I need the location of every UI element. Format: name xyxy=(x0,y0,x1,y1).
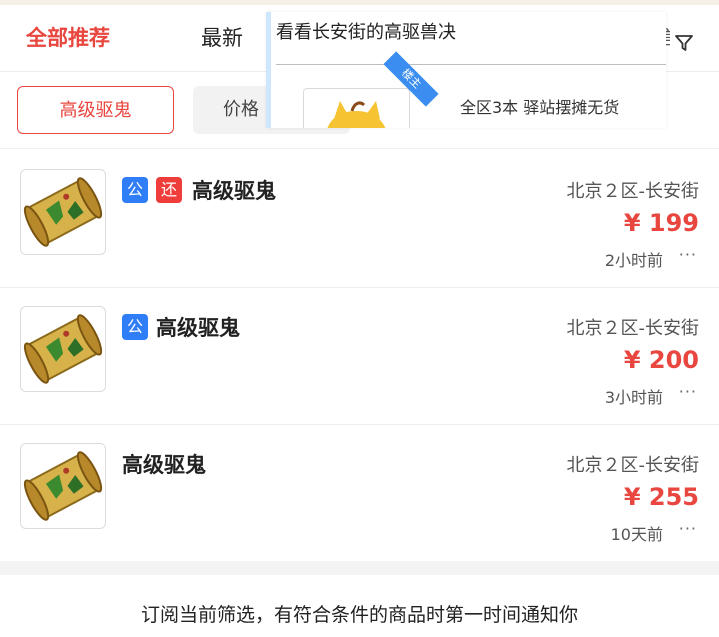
tag-public: 公 xyxy=(122,177,148,203)
section-divider xyxy=(0,561,719,575)
item-price: ¥ 255 xyxy=(623,483,699,511)
item-image xyxy=(20,306,106,392)
item-image xyxy=(20,443,106,529)
item-time: 2小时前 xyxy=(604,251,663,270)
item-price: ¥ 200 xyxy=(623,346,699,374)
filter-icon[interactable] xyxy=(674,33,694,53)
filter-chip-selected[interactable]: 高级驱鬼 xyxy=(17,86,174,134)
more-options-icon[interactable]: ··· xyxy=(679,245,697,264)
tag-bargain: 还 xyxy=(156,177,182,203)
more-options-icon[interactable]: ··· xyxy=(679,382,697,401)
item-tags: 公 还 xyxy=(122,177,182,203)
more-options-icon[interactable]: ··· xyxy=(679,519,697,538)
subscribe-prompt[interactable]: 订阅当前筛选，有符合条件的商品时第一时间通知你 xyxy=(0,600,719,627)
popup-divider xyxy=(276,64,666,65)
popup-thumbnail xyxy=(303,88,410,128)
popup-title: 看看长安街的高驱兽决 xyxy=(276,22,456,43)
list-item[interactable]: 公 高级驱鬼 北京２区-长安街 ¥ 200 3小时前 ··· xyxy=(0,287,719,425)
item-price: ¥ 199 xyxy=(623,209,699,237)
scroll-book-icon xyxy=(23,451,103,521)
tab-latest[interactable]: 最新 xyxy=(201,5,243,71)
item-name: 高级驱鬼 xyxy=(156,316,240,340)
item-server: 北京２区-长安街 xyxy=(566,181,700,202)
popup-accent-bar xyxy=(266,12,271,128)
list-item[interactable]: 高级驱鬼 北京２区-长安街 ¥ 255 10天前 ··· xyxy=(0,424,719,562)
item-server: 北京２区-长安街 xyxy=(566,318,700,339)
scroll-book-icon xyxy=(23,314,103,384)
tab-recommended[interactable]: 全部推荐 xyxy=(26,5,110,71)
item-server: 北京２区-长安街 xyxy=(566,455,700,476)
floating-preview-popup[interactable]: 看看长安街的高驱兽决 楼主 全区3本 驿站摆摊无货 xyxy=(266,12,666,128)
item-time: 3小时前 xyxy=(604,388,663,407)
tag-public: 公 xyxy=(122,314,148,340)
scroll-book-icon xyxy=(23,177,103,247)
item-time: 10天前 xyxy=(610,525,663,544)
item-image xyxy=(20,169,106,255)
popup-description: 全区3本 驿站摆摊无货 xyxy=(460,98,620,117)
item-name: 高级驱鬼 xyxy=(122,453,206,477)
item-name: 高级驱鬼 xyxy=(192,179,276,203)
cat-avatar-icon xyxy=(327,101,386,128)
list-item[interactable]: 公 还 高级驱鬼 北京２区-长安街 ¥ 199 2小时前 ··· xyxy=(0,150,719,288)
item-tags: 公 xyxy=(122,314,148,340)
